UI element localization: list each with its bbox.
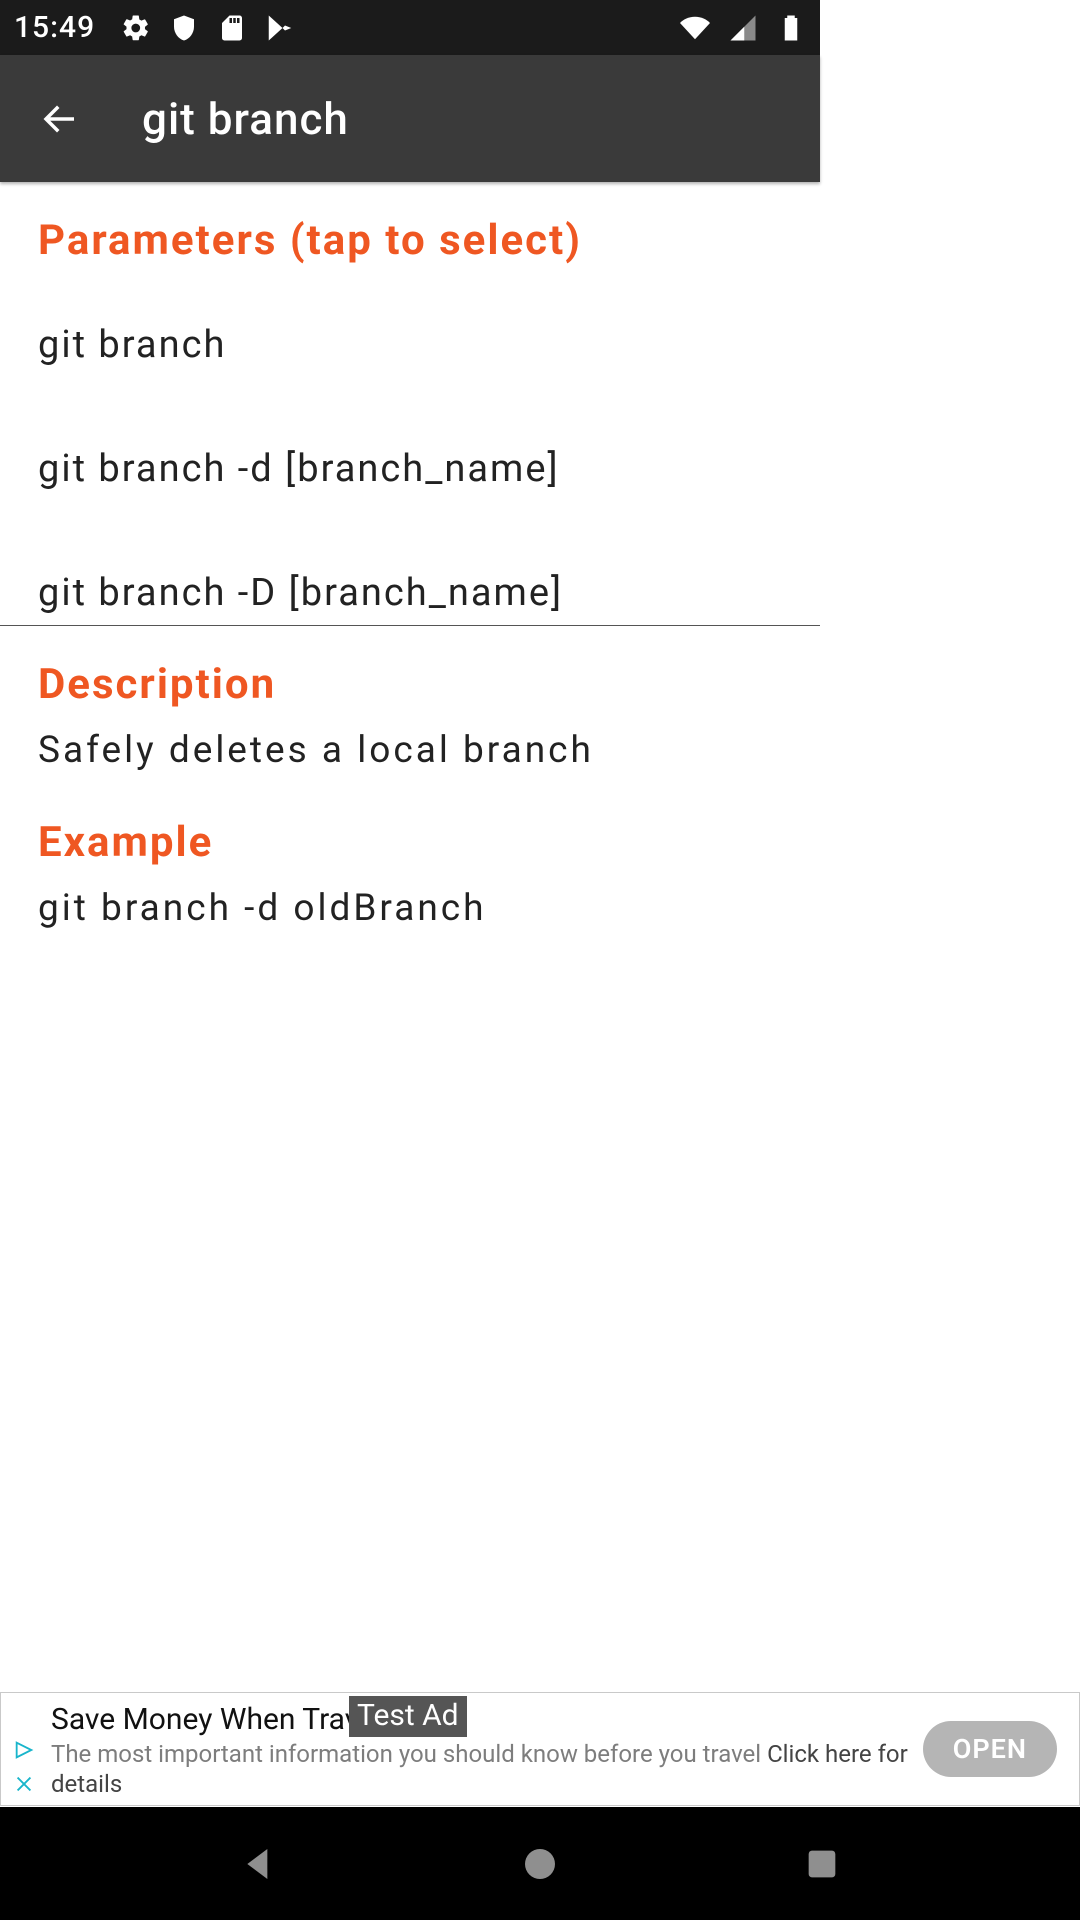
ad-banner[interactable]: Save Money When Trave Test Ad The most i… xyxy=(0,1692,1080,1806)
ad-badge: Test Ad xyxy=(349,1696,467,1737)
cell-signal-icon xyxy=(728,13,758,43)
example-heading: Example xyxy=(0,772,820,867)
parameter-item[interactable]: git branch -D [branch_name] xyxy=(0,531,820,625)
sd-card-icon xyxy=(217,13,247,43)
status-left: 15:49 xyxy=(14,10,295,45)
nav-home-button[interactable] xyxy=(517,1841,563,1887)
circle-icon xyxy=(520,1844,560,1884)
play-store-icon xyxy=(265,13,295,43)
ad-info-column xyxy=(1,1693,47,1805)
ad-close-icon[interactable] xyxy=(13,1773,35,1799)
shield-icon xyxy=(169,13,199,43)
navigation-bar xyxy=(0,1807,1080,1920)
ad-text: Save Money When Trave Test Ad The most i… xyxy=(47,1696,923,1803)
back-button[interactable] xyxy=(36,95,84,143)
parameter-item[interactable]: git branch -d [branch_name] xyxy=(0,407,820,531)
app-bar-title: git branch xyxy=(142,93,349,145)
ad-subtitle: The most important information you shoul… xyxy=(51,1739,913,1799)
wifi-icon xyxy=(680,13,710,43)
status-bar: 15:49 xyxy=(0,0,820,55)
battery-icon xyxy=(776,13,806,43)
app-bar: git branch xyxy=(0,55,820,182)
parameter-item[interactable]: git branch xyxy=(0,283,820,407)
parameters-list: git branch git branch -d [branch_name] g… xyxy=(0,265,820,625)
ad-info-icon[interactable] xyxy=(13,1739,35,1765)
example-text: git branch -d oldBranch xyxy=(0,867,820,930)
nav-back-button[interactable] xyxy=(236,1841,282,1887)
status-clock: 15:49 xyxy=(14,10,95,45)
nav-recent-button[interactable] xyxy=(799,1841,845,1887)
ad-subtitle-main: The most important information you shoul… xyxy=(51,1740,767,1768)
ad-open-button[interactable]: OPEN xyxy=(923,1721,1057,1777)
square-icon xyxy=(802,1844,842,1884)
triangle-left-icon xyxy=(239,1844,279,1884)
main-content: Parameters (tap to select) git branch gi… xyxy=(0,182,820,1231)
description-text: Safely deletes a local branch xyxy=(0,709,820,772)
arrow-left-icon xyxy=(39,98,81,140)
description-heading: Description xyxy=(0,626,820,709)
status-right xyxy=(680,13,806,43)
gear-icon xyxy=(121,13,151,43)
ad-title: Save Money When Trave xyxy=(51,1702,375,1737)
parameters-heading: Parameters (tap to select) xyxy=(0,182,820,265)
